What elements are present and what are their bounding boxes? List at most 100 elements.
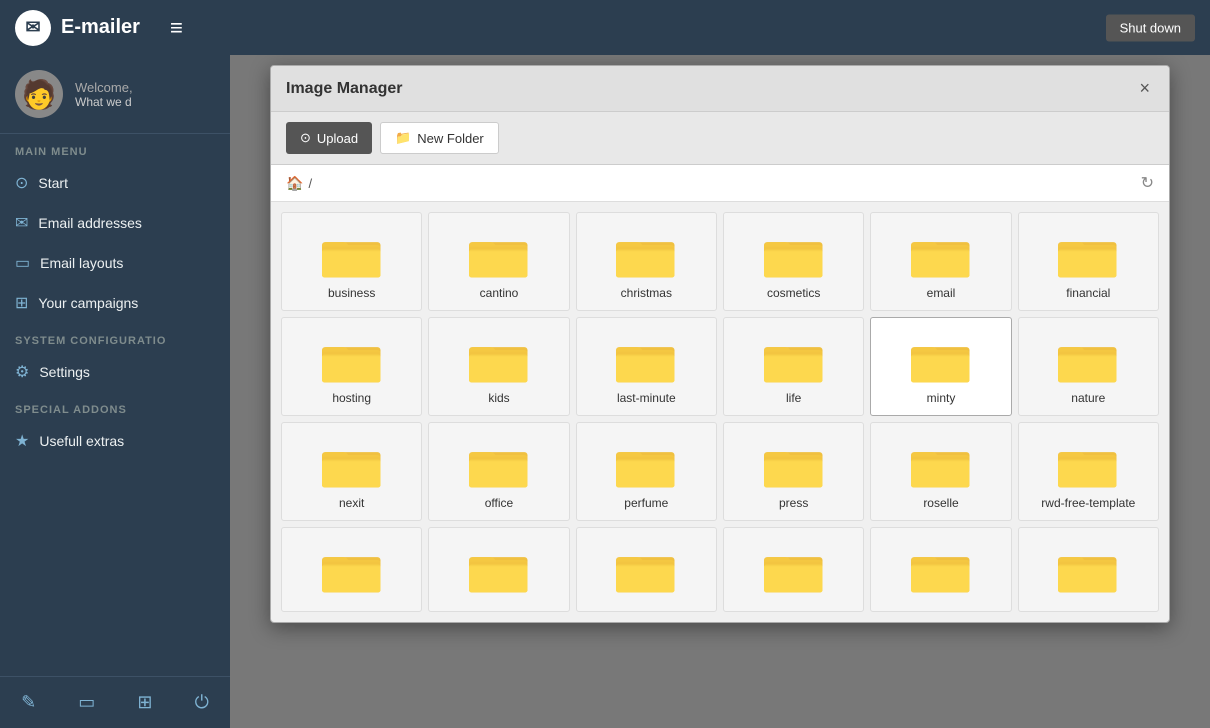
folder-svg <box>1058 228 1118 278</box>
folder-svg <box>616 333 676 383</box>
folder-item[interactable]: office <box>428 422 569 521</box>
hamburger-button[interactable]: ≡ <box>170 15 183 41</box>
sidebar-item-settings[interactable]: ⚙ Settings <box>0 352 230 392</box>
folder-name: christmas <box>621 286 672 300</box>
folder-svg <box>911 438 971 488</box>
folder-name: roselle <box>923 496 958 510</box>
image-manager-modal: Image Manager × ⊙ Upload 📁 New Folder <box>270 65 1170 623</box>
upload-icon: ⊙ <box>300 130 311 146</box>
folder-item[interactable]: business <box>281 212 422 311</box>
profile-text: Welcome, What we d <box>75 80 133 109</box>
folder-svg <box>764 543 824 593</box>
folder-item[interactable]: nature <box>1018 317 1159 416</box>
folder-item[interactable] <box>281 527 422 612</box>
folder-svg <box>1058 333 1118 383</box>
edit-icon[interactable]: ✎ <box>11 687 46 718</box>
sidebar-item-extras-label: Usefull extras <box>39 433 124 449</box>
sidebar-item-settings-label: Settings <box>39 364 90 380</box>
sidebar-item-email-layouts[interactable]: ▭ Email layouts <box>0 243 230 283</box>
folder-name: rwd-free-template <box>1041 496 1135 510</box>
file-grid-wrapper[interactable]: business cantino christmas <box>271 202 1169 622</box>
content-area: Image Manager × ⊙ Upload 📁 New Folder <box>230 55 1210 728</box>
avatar: 🧑 <box>15 70 63 118</box>
folder-item[interactable]: minty <box>870 317 1011 416</box>
folder-name: life <box>786 391 801 405</box>
folder-svg <box>322 228 382 278</box>
sidebar-item-email-addresses[interactable]: ✉ Email addresses <box>0 203 230 243</box>
email-addresses-icon: ✉ <box>15 213 28 233</box>
home-icon[interactable]: 🏠 <box>286 175 303 192</box>
main-layout: 🧑 Welcome, What we d MAIN MENU ⊙ Start ✉… <box>0 55 1210 728</box>
sidebar-item-email-addresses-label: Email addresses <box>38 215 142 231</box>
folder-item[interactable] <box>723 527 864 612</box>
folder-svg <box>322 543 382 593</box>
modal-close-button[interactable]: × <box>1135 78 1154 99</box>
addons-label: SPECIAL ADDONS <box>0 392 230 421</box>
system-config-label: SYSTEM CONFIGURATIO <box>0 323 230 352</box>
folder-item[interactable]: christmas <box>576 212 717 311</box>
topbar: ✉ E-mailer ≡ Shut down <box>0 0 1210 55</box>
folder-name: financial <box>1066 286 1110 300</box>
start-icon: ⊙ <box>15 173 28 193</box>
email-layouts-icon: ▭ <box>15 253 30 273</box>
folder-item[interactable]: roselle <box>870 422 1011 521</box>
grid-icon[interactable]: ⊞ <box>127 687 162 718</box>
new-folder-label: New Folder <box>417 131 483 146</box>
sidebar-item-campaigns[interactable]: ⊞ Your campaigns <box>0 283 230 323</box>
folder-item[interactable]: press <box>723 422 864 521</box>
folder-svg <box>322 438 382 488</box>
upload-label: Upload <box>317 131 358 146</box>
folder-name: nexit <box>339 496 364 510</box>
folder-name: hosting <box>332 391 371 405</box>
folder-svg <box>911 333 971 383</box>
shutdown-button[interactable]: Shut down <box>1106 14 1195 41</box>
folder-item[interactable]: financial <box>1018 212 1159 311</box>
folder-item[interactable] <box>870 527 1011 612</box>
folder-item[interactable]: last-minute <box>576 317 717 416</box>
logo-icon: ✉ <box>15 10 51 46</box>
monitor-icon[interactable]: ▭ <box>68 687 105 718</box>
folder-item[interactable] <box>576 527 717 612</box>
folder-svg <box>911 228 971 278</box>
power-icon[interactable]: ⏻ <box>185 687 219 718</box>
folder-item[interactable] <box>1018 527 1159 612</box>
folder-item[interactable] <box>428 527 569 612</box>
folder-svg <box>616 543 676 593</box>
folder-item[interactable]: cantino <box>428 212 569 311</box>
new-folder-button[interactable]: 📁 New Folder <box>380 122 499 154</box>
modal-toolbar: ⊙ Upload 📁 New Folder <box>271 112 1169 165</box>
modal-title: Image Manager <box>286 80 402 98</box>
folder-icon: 📁 <box>395 130 411 146</box>
sidebar-item-extras[interactable]: ★ Usefull extras <box>0 421 230 461</box>
refresh-icon[interactable]: ↻ <box>1141 173 1154 193</box>
app-logo: ✉ E-mailer <box>15 10 140 46</box>
folder-item[interactable]: life <box>723 317 864 416</box>
folder-name: press <box>779 496 808 510</box>
folder-item[interactable]: rwd-free-template <box>1018 422 1159 521</box>
sidebar-item-email-layouts-label: Email layouts <box>40 255 123 271</box>
subtitle-label: What we d <box>75 95 133 109</box>
folder-name: perfume <box>624 496 668 510</box>
sidebar-item-campaigns-label: Your campaigns <box>38 295 138 311</box>
folder-item[interactable]: email <box>870 212 1011 311</box>
folder-item[interactable]: perfume <box>576 422 717 521</box>
folder-svg <box>469 438 529 488</box>
sidebar-profile: 🧑 Welcome, What we d <box>0 55 230 134</box>
sidebar-item-start[interactable]: ⊙ Start <box>0 163 230 203</box>
folder-svg <box>616 438 676 488</box>
folder-item[interactable]: hosting <box>281 317 422 416</box>
folder-svg <box>469 333 529 383</box>
file-grid: business cantino christmas <box>281 212 1159 612</box>
modal-overlay: Image Manager × ⊙ Upload 📁 New Folder <box>230 55 1210 728</box>
folder-svg <box>764 333 824 383</box>
folder-item[interactable]: cosmetics <box>723 212 864 311</box>
settings-icon: ⚙ <box>15 362 29 382</box>
folder-item[interactable]: kids <box>428 317 569 416</box>
upload-button[interactable]: ⊙ Upload <box>286 122 372 154</box>
folder-name: cosmetics <box>767 286 820 300</box>
folder-item[interactable]: nexit <box>281 422 422 521</box>
folder-name: nature <box>1071 391 1105 405</box>
breadcrumb-left: 🏠 / <box>286 175 312 192</box>
folder-name: cantino <box>480 286 519 300</box>
folder-name: office <box>485 496 513 510</box>
